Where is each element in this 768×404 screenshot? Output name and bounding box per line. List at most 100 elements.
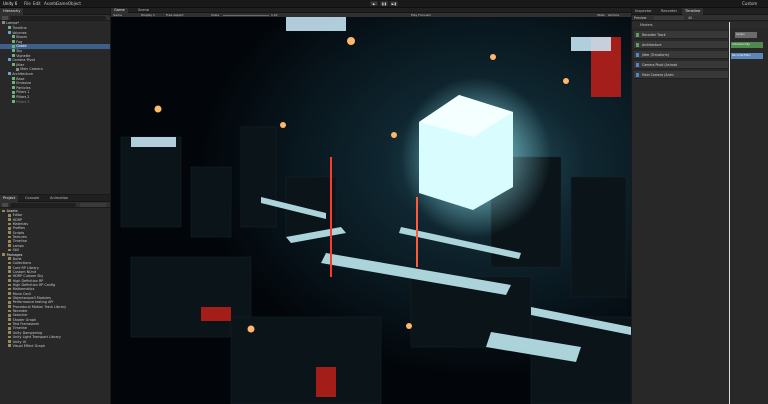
folder-icon	[8, 248, 12, 252]
create-button[interactable]	[2, 203, 8, 207]
preview-toggle[interactable]: Preview	[634, 15, 646, 21]
timeline-track[interactable]: Camera Pivot (Animat	[634, 61, 728, 69]
gameobject-icon	[12, 90, 15, 94]
pause-button[interactable]: ❚❚	[380, 1, 388, 6]
package-folder-icon	[8, 309, 12, 313]
track-color-icon	[636, 63, 639, 67]
step-button[interactable]: ▶❚	[390, 1, 398, 6]
game-header: Game Scene Game Display 1 Free Aspect Sc…	[111, 8, 631, 17]
track-label: Main Camera (Anim	[642, 73, 674, 77]
clip-lamps[interactable]: Lamps	[735, 32, 757, 38]
gameobject-icon	[12, 95, 15, 99]
package-folder-icon	[8, 335, 12, 339]
timeline-track[interactable]: Main Camera (Anim	[634, 71, 728, 79]
package-folder-icon	[8, 261, 12, 265]
project-folder-label: Visual Effect Graph	[12, 343, 46, 348]
package-folder-icon	[8, 257, 12, 261]
track-label: Recorder Track	[642, 33, 666, 37]
hierarchy-item[interactable]: Pillars 3	[0, 100, 110, 105]
menu-gameobject[interactable]: GameObject	[56, 1, 81, 6]
tab-hierarchy[interactable]: Hierarchy	[0, 8, 24, 15]
hierarchy-item-label: Fog	[16, 39, 23, 44]
gameobject-icon	[12, 85, 15, 89]
unity-scene-icon	[2, 21, 5, 25]
camera-icon	[16, 67, 19, 71]
timeline-panel: Inspector Recorder Timeline Preview 40 M…	[632, 8, 768, 404]
folder-icon	[8, 235, 12, 239]
folder-icon	[2, 209, 6, 213]
filter-icons[interactable]	[80, 203, 106, 207]
tab-animation[interactable]: Animation	[47, 195, 71, 202]
tab-recorder[interactable]: Recorder	[658, 8, 680, 15]
play-button[interactable]: ▶	[370, 1, 378, 6]
package-folder-icon	[8, 283, 12, 287]
gameobject-icon	[12, 49, 15, 53]
menu-edit[interactable]: Edit	[33, 1, 41, 6]
gameobject-icon	[12, 62, 15, 66]
folder-icon	[8, 213, 12, 217]
app-title[interactable]: Unity 6	[3, 1, 17, 6]
package-folder-icon	[8, 300, 12, 304]
clip-activation[interactable]: ActivationClip	[731, 42, 763, 48]
add-button[interactable]	[2, 16, 8, 20]
package-folder-icon	[8, 266, 12, 269]
folder-icon	[8, 231, 12, 234]
game-viewport[interactable]	[111, 17, 631, 404]
layout-dropdown[interactable]: Custom	[742, 1, 757, 6]
hierarchy-tabbar: Hierarchy	[0, 8, 110, 15]
gameobject-icon	[12, 39, 15, 43]
menu-bar: Unity 6 File Edit Assets GameObject ▶ ❚❚…	[0, 0, 768, 8]
package-folder-icon	[8, 331, 12, 334]
gameobject-icon	[8, 26, 11, 30]
markers-row[interactable]: Markers	[632, 22, 768, 28]
gameobject-icon	[8, 72, 11, 76]
hierarchy-item-label: Grade	[16, 44, 27, 49]
markers-label: Markers	[640, 23, 653, 27]
timeline-track[interactable]: Recorder Track	[634, 31, 728, 39]
scene-row[interactable]: Lamps*	[0, 21, 19, 26]
project-folder[interactable]: Visual Effect Graph	[0, 344, 110, 349]
transport-controls[interactable]	[654, 16, 684, 20]
scene-label: Lamps*	[6, 21, 20, 25]
gameobject-icon	[12, 99, 15, 103]
folder-icon	[8, 222, 12, 226]
hierarchy-item-label: Vignette	[16, 53, 31, 58]
tab-project[interactable]: Project	[0, 195, 19, 202]
project-search-input[interactable]	[10, 203, 76, 207]
gameobject-icon	[12, 76, 15, 80]
clip-recorder[interactable]: Recorder/Main	[731, 53, 763, 59]
hierarchy-item-label: Jitter	[16, 62, 25, 67]
frame-counter[interactable]: 40	[688, 15, 692, 21]
playhead[interactable]	[729, 22, 730, 404]
package-folder-icon	[8, 274, 12, 278]
right-tabbar: Inspector Recorder Timeline	[632, 8, 768, 15]
package-folder-icon	[8, 322, 12, 326]
hierarchy-item-label: Volumes	[12, 30, 27, 35]
hierarchy-item-label: Bloom	[16, 35, 27, 40]
package-folder-icon	[8, 287, 12, 291]
timeline-track[interactable]: Jitter (Transform)	[634, 51, 728, 59]
hierarchy-item-label: Main Camera	[20, 67, 43, 72]
gameobject-icon	[8, 58, 11, 62]
hierarchy-search-input[interactable]	[10, 16, 106, 20]
track-color-icon	[636, 53, 639, 57]
folder-icon	[8, 240, 12, 243]
scale-slider[interactable]	[223, 14, 269, 16]
package-folder-icon	[8, 344, 12, 348]
timeline-track[interactable]: Architecture	[634, 41, 728, 49]
hierarchy-item-label: Particles	[16, 85, 31, 90]
package-folder-icon	[8, 318, 12, 321]
gameobject-icon	[12, 53, 15, 57]
package-folder-icon	[8, 340, 12, 343]
menu-file[interactable]: File	[24, 1, 31, 6]
package-folder-icon	[8, 279, 12, 282]
hierarchy-item-label: Camera Pivot	[12, 58, 35, 63]
hierarchy-item-label: Pillars 1	[16, 90, 30, 95]
package-folder-icon	[8, 296, 12, 300]
project-toolbar	[0, 202, 110, 208]
tab-console[interactable]: Console	[22, 195, 42, 202]
gameobject-icon	[12, 81, 15, 85]
track-label: Camera Pivot (Animat	[642, 63, 677, 67]
tab-inspector[interactable]: Inspector	[632, 8, 655, 15]
tab-timeline[interactable]: Timeline	[682, 8, 704, 15]
